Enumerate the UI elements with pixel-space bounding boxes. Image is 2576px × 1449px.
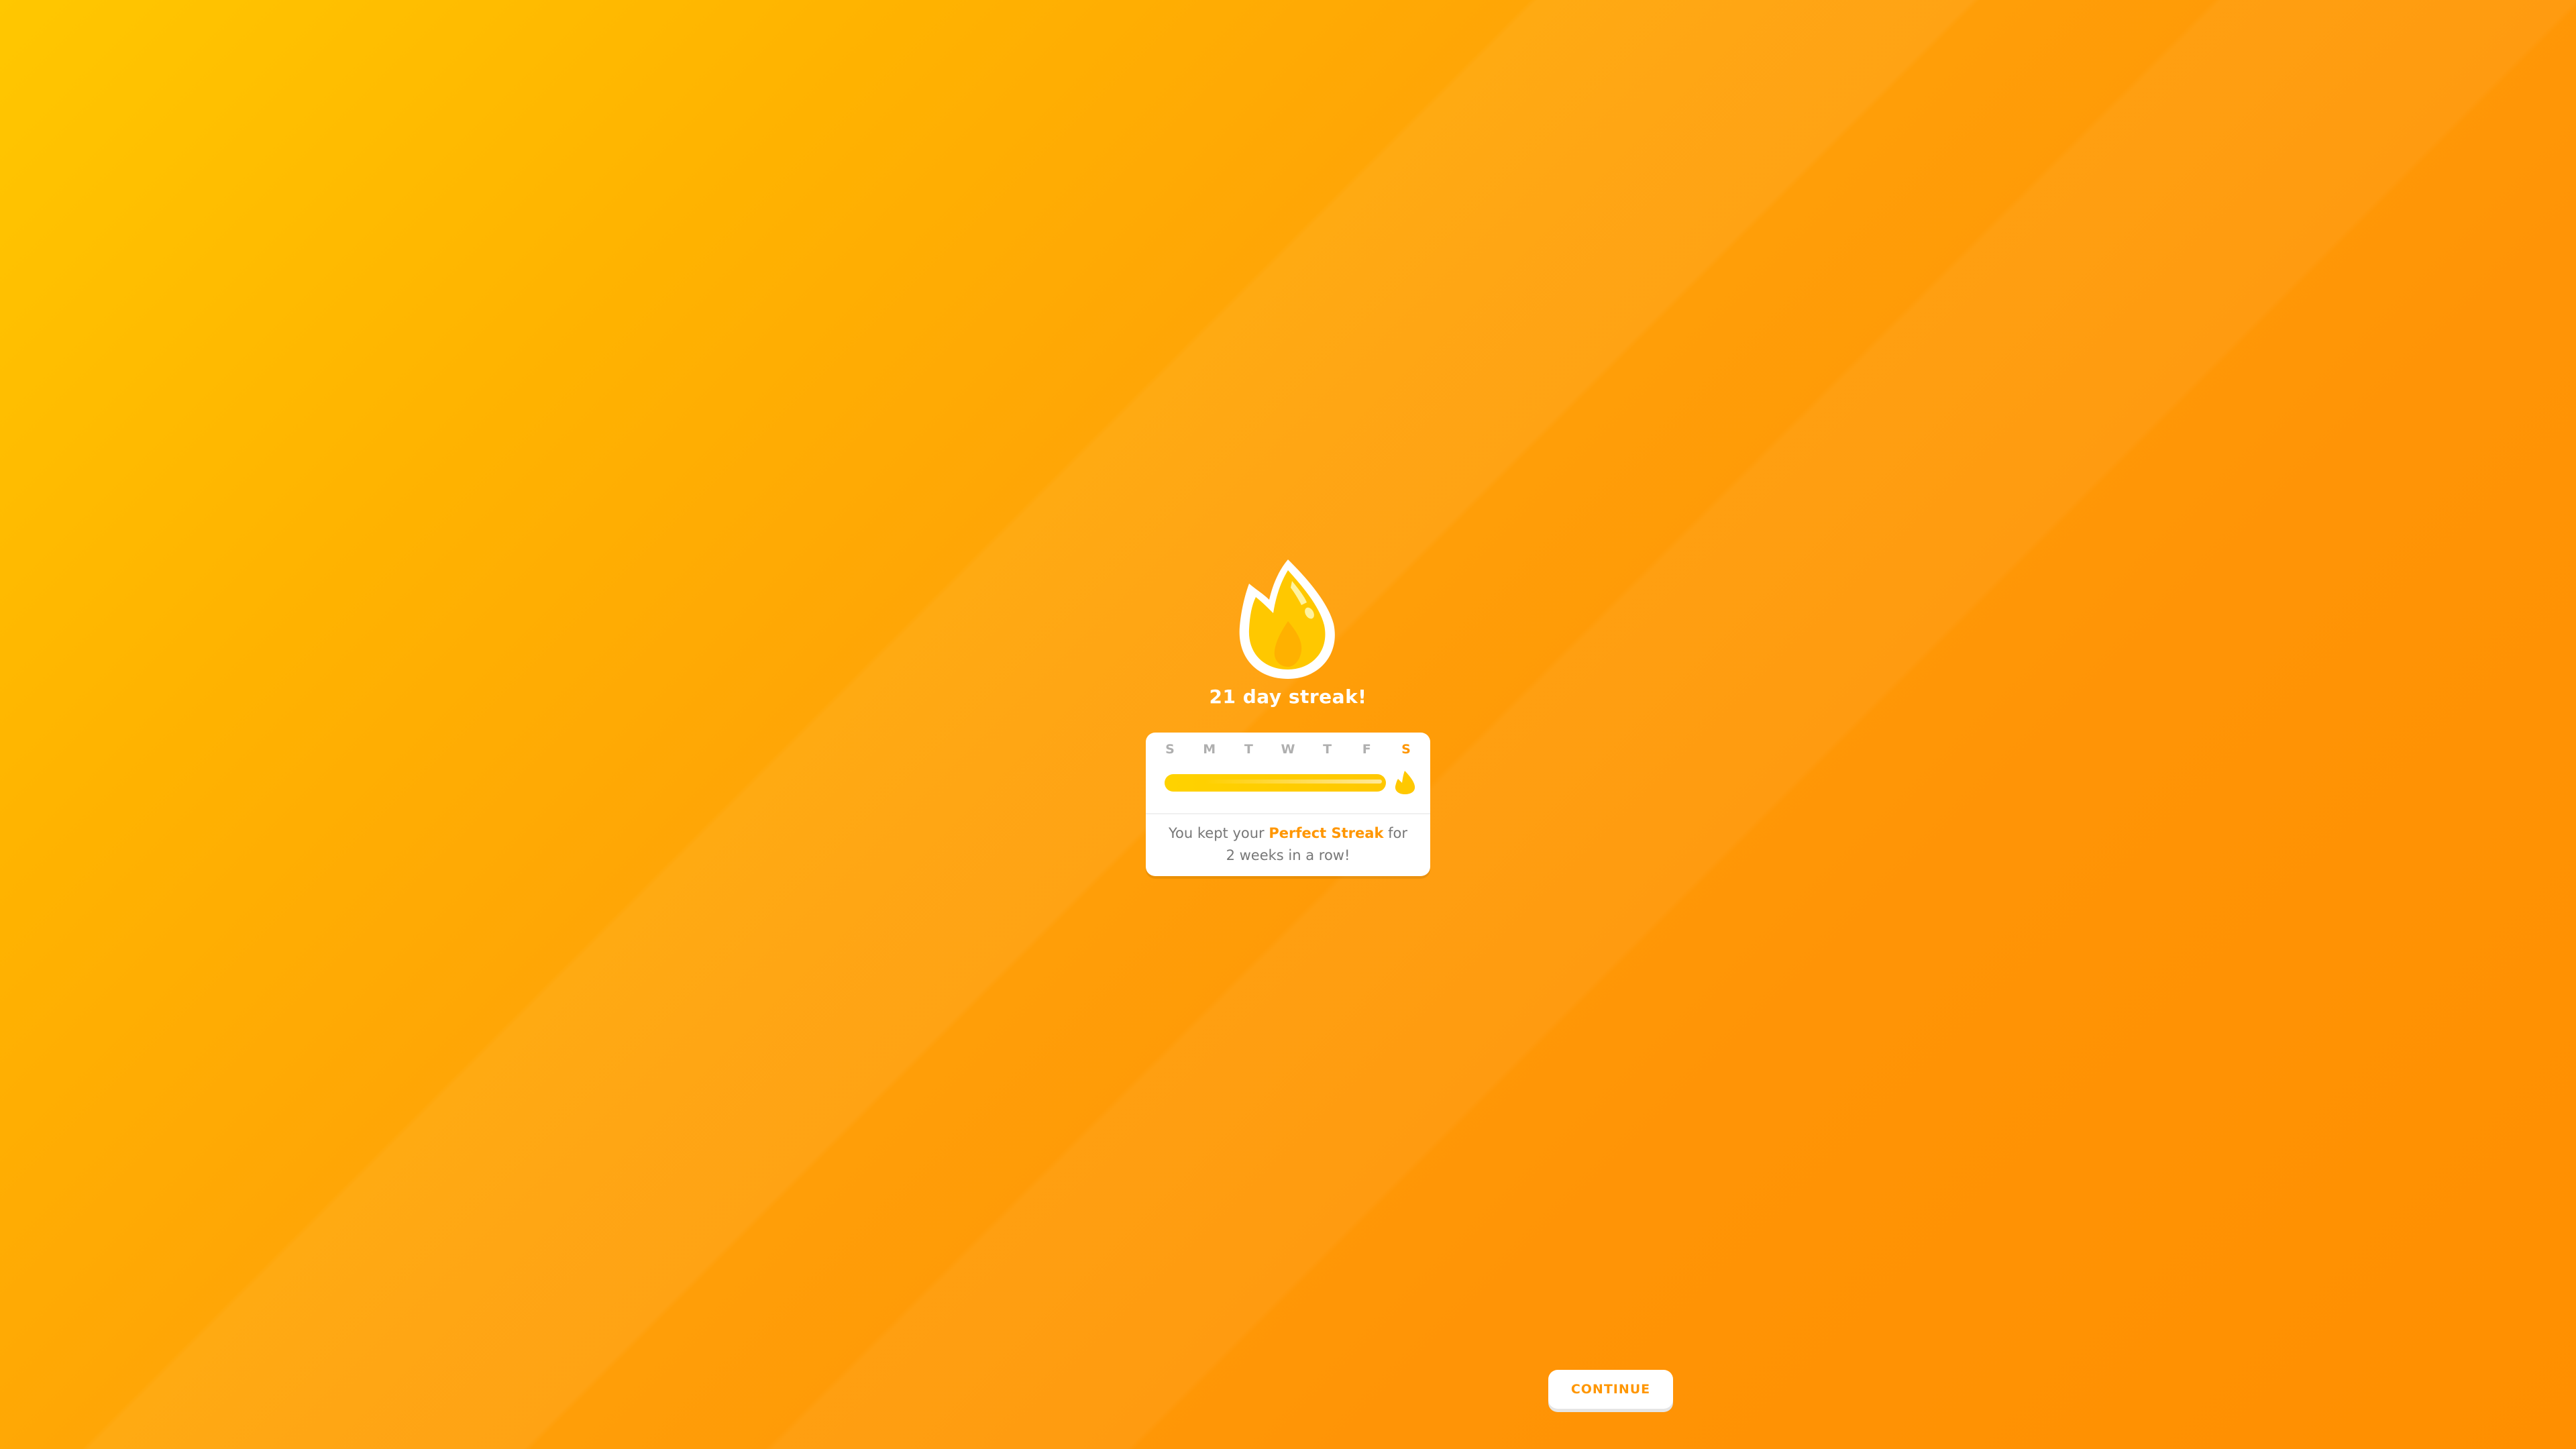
weekday-row: S M T W T F S [1161, 742, 1415, 762]
streak-card: S M T W T F S You kept your Perfect Stre… [1146, 733, 1430, 876]
flame-icon [1239, 559, 1335, 679]
streak-progress-bar [1165, 774, 1386, 792]
perfect-streak-highlight: Perfect Streak [1269, 825, 1384, 841]
progress-bar-shine [1205, 780, 1382, 784]
background-sheen [0, 0, 2576, 1449]
streak-title: 21 day streak! [1209, 686, 1367, 708]
card-divider [1146, 813, 1430, 814]
flame-marker-icon [1392, 767, 1418, 797]
weekday-thursday: T [1323, 742, 1332, 757]
weekday-wednesday: W [1281, 742, 1295, 757]
weekday-friday: F [1362, 742, 1371, 757]
message-prefix: You kept your [1169, 825, 1269, 841]
weekday-monday: M [1203, 742, 1216, 757]
weekday-sunday: S [1165, 742, 1175, 757]
weekday-saturday: S [1401, 742, 1411, 757]
weekday-tuesday: T [1244, 742, 1253, 757]
streak-message: You kept your Perfect Streak for 2 weeks… [1166, 822, 1410, 867]
continue-button[interactable]: CONTINUE [1548, 1370, 1673, 1409]
